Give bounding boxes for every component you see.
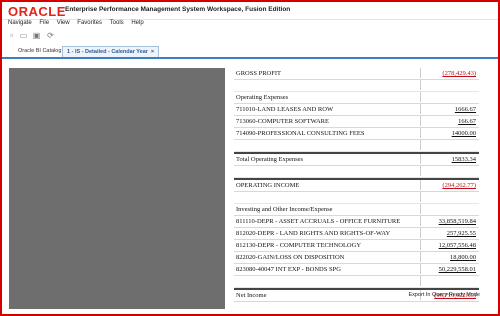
row-label: 822020-GAIN/LOSS ON DISPOSITION [236,254,345,261]
new-document-icon[interactable]: ▫ [7,31,16,40]
value-cell [420,192,479,202]
report-row: Investing and Other Income/Expense [234,204,479,216]
row-value: 18,800.00 [450,254,476,261]
row-label: 823080-40047 INT EXP - BONDS SPG [236,266,341,273]
blank-row [234,276,479,288]
report-row: 711010-LAND LEASES AND ROW 1666.67 [234,104,479,116]
row-label: Total Operating Expenses [236,156,304,163]
tab-income-statement[interactable]: 1 - IS - Detailed - Calendar Year × [62,46,160,57]
row-value: 1666.67 [454,106,476,113]
value-cell [420,140,479,150]
row-value: 50,229,558.01 [438,266,476,273]
row-label: 711010-LAND LEASES AND ROW [236,106,334,113]
value-cell [420,204,479,214]
left-pane [9,68,225,309]
title-bar: ORACLE Enterprise Performance Management… [2,2,498,20]
row-value: (294,262.77) [442,182,476,189]
row-label: Operating Expenses [236,94,289,101]
tab-bar: Oracle BI Catalog 1 - IS - Detailed - Ca… [2,45,498,59]
row-value: (278,429.43) [442,70,476,77]
income-statement-report: GROSS PROFIT (278,429.43) Operating Expens… [234,68,479,302]
row-value: 15833.34 [451,156,476,163]
row-label: 714090-PROFESSIONAL CONSULTING FEES [236,130,365,137]
report-row: Operating Expenses [234,92,479,104]
toolbar: ▫ ▭ ▣ ⟳ [2,30,498,42]
menu-navigate[interactable]: Navigate [8,20,32,26]
app-title: Enterprise Performance Management System… [65,6,291,13]
report-row: 811110-DEPR - ASSET ACCRUALS - OFFICE FU… [234,216,479,228]
row-value: 33,858,519.84 [438,218,476,225]
row-label: OPERATING INCOME [236,182,300,189]
row-value: 166.67 [458,118,476,125]
report-row: 812020-DEPR - LAND RIGHTS AND RIGHTS-OF-… [234,228,479,240]
report-row: 713060-COMPUTER SOFTWARE 166.67 [234,116,479,128]
menu-favorites[interactable]: Favorites [77,20,102,26]
report-row: 822020-GAIN/LOSS ON DISPOSITION 18,800.00 [234,252,479,264]
blank-row [234,192,479,204]
blank-row [234,80,479,92]
row-value: 257,925.55 [446,230,476,237]
row-label: 812020-DEPR - LAND RIGHTS AND RIGHTS-OF-… [236,230,391,237]
menu-bar: Navigate File View Favorites Tools Help [2,20,498,30]
value-cell [420,276,479,286]
oracle-logo: ORACLE [8,4,66,19]
row-label: Net Income [236,292,267,299]
report-row: Total Operating Expenses 15833.34 [234,152,479,166]
value-cell [420,166,479,176]
menu-view[interactable]: View [57,20,70,26]
value-cell [420,80,479,90]
row-label: GROSS PROFIT [236,70,281,77]
row-value: 14000.00 [451,130,476,137]
report-row: 714090-PROFESSIONAL CONSULTING FEES 14000… [234,128,479,140]
row-label: 713060-COMPUTER SOFTWARE [236,118,329,125]
blank-row [234,166,479,178]
menu-tools[interactable]: Tools [110,20,124,26]
menu-file[interactable]: File [39,20,49,26]
report-row: 823080-40047 INT EXP - BONDS SPG 50,229,5… [234,264,479,276]
tab-label: 1 - IS - Detailed - Calendar Year [67,49,148,55]
report-row: GROSS PROFIT (278,429.43) [234,68,479,80]
save-icon[interactable]: ▣ [32,31,41,40]
row-label: 811110-DEPR - ASSET ACCRUALS - OFFICE FU… [236,218,401,225]
close-icon[interactable]: × [151,49,154,55]
value-cell [420,92,479,102]
row-label: Investing and Other Income/Expense [236,206,333,213]
refresh-icon[interactable]: ⟳ [46,31,55,40]
menu-help[interactable]: Help [131,20,143,26]
open-folder-icon[interactable]: ▭ [19,31,28,40]
row-value: 12,057,556.48 [438,242,476,249]
blank-row [234,140,479,152]
export-query-ready-link[interactable]: Export In Query-Ready Mode [408,292,480,298]
row-label: 812130-DEPR - COMPUTER TECHNOLOGY [236,242,362,249]
report-row: OPERATING INCOME (294,262.77) [234,178,479,192]
tab-oracle-bi-catalog[interactable]: Oracle BI Catalog [14,46,65,56]
report-row: 812130-DEPR - COMPUTER TECHNOLOGY 12,057,… [234,240,479,252]
